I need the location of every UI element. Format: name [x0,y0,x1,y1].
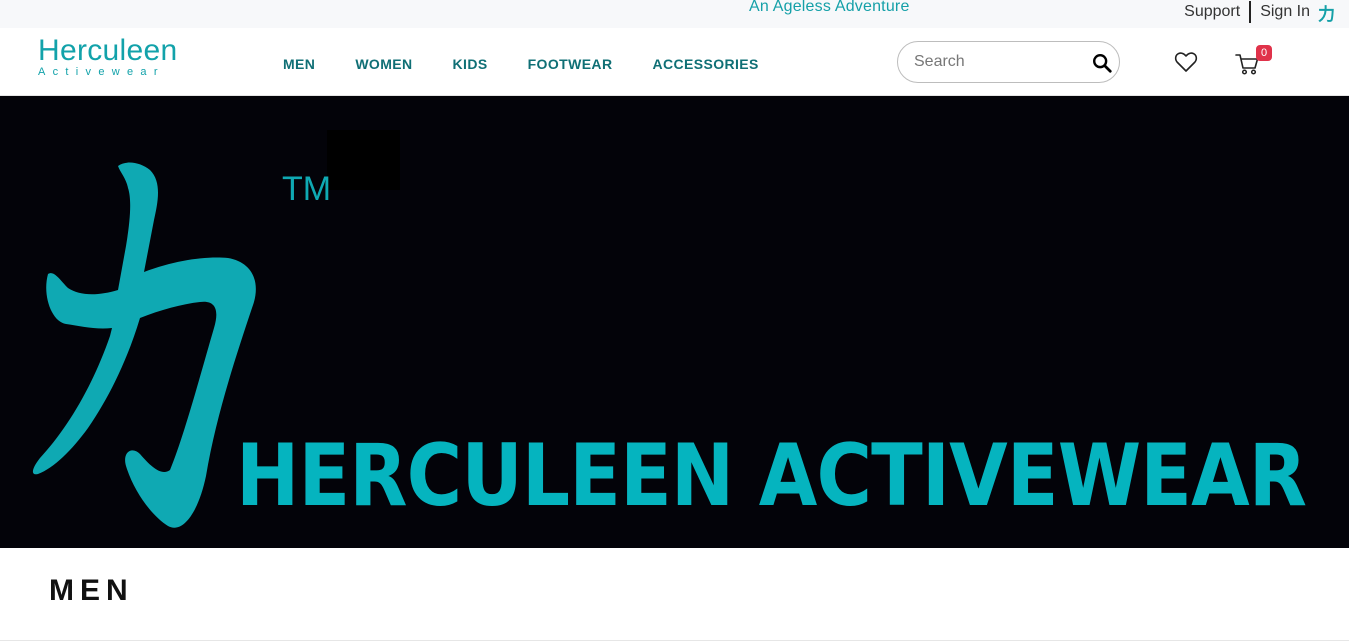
banner-title: HERCULEEN ACTIVEWEAR [236,426,1307,526]
search-input[interactable] [914,51,1084,73]
top-bar: An Ageless Adventure Support Sign In 力 [0,0,1349,28]
top-links-divider [1249,1,1252,23]
main-nav: MEN WOMEN KIDS FOOTWEAR ACCESSORIES [283,56,799,72]
sign-in-link[interactable]: Sign In [1260,3,1310,21]
logo-tagline: Activewear [38,66,165,78]
black-box [327,130,400,190]
nav-item-kids[interactable]: KIDS [453,56,488,72]
main-header: Herculeen Activewear MEN WOMEN KIDS FOOT… [0,28,1349,96]
top-links: Support Sign In 力 [1184,1,1335,24]
divider [0,640,1349,641]
trademark-mark: TM [282,170,332,208]
nav-item-footwear[interactable]: FOOTWEAR [528,56,613,72]
search-icon[interactable] [1091,52,1113,74]
section-title: MEN [49,574,134,607]
cart-count-badge: 0 [1256,45,1272,61]
hero-banner: TM HERCULEEN ACTIVEWEAR [0,96,1349,548]
support-link[interactable]: Support [1184,3,1240,21]
site-logo[interactable]: Herculeen Activewear [38,34,178,79]
nav-item-women[interactable]: WOMEN [355,56,412,72]
tagline: An Ageless Adventure [749,0,910,15]
heart-icon[interactable] [1174,51,1198,73]
search-box [897,41,1120,83]
cart-button[interactable]: 0 [1234,45,1274,79]
brand-glyph-icon: 力 [1318,4,1335,24]
logo-wordmark: Herculeen [38,34,178,67]
nav-item-men[interactable]: MEN [283,56,315,72]
nav-item-accessories[interactable]: ACCESSORIES [652,56,758,72]
